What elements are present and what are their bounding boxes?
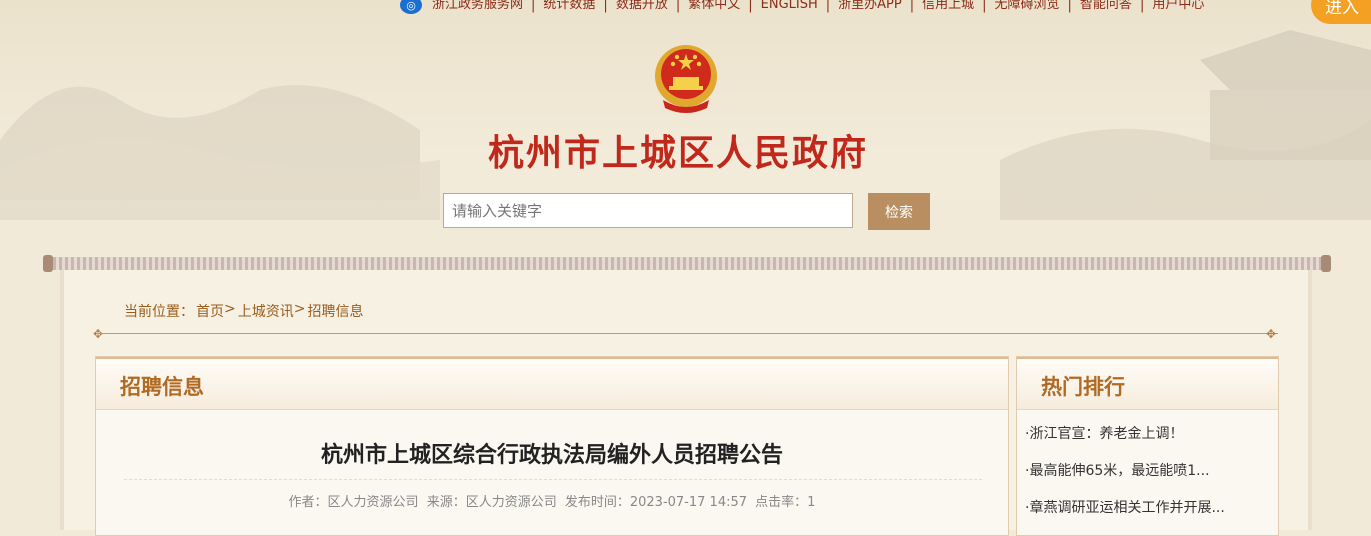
site-title: 杭州市上城区人民政府 [488, 132, 869, 174]
nav-accessibility[interactable]: 无障碍浏览 [989, 0, 1066, 12]
divider [96, 333, 1278, 334]
article-divider [124, 479, 982, 480]
article-author: 作者：区人力资源公司 [288, 495, 419, 510]
nav-separator: | [1067, 0, 1072, 13]
nav-zhejiang-service[interactable]: 浙江政务服务网 [426, 0, 529, 12]
breadcrumb-home[interactable]: 首页 [196, 301, 224, 321]
nav-zheliban-app[interactable]: 浙里办APP [832, 0, 908, 12]
article-clicks: 点击率：1 [755, 495, 816, 510]
main-panel-title: 招聘信息 [120, 375, 204, 399]
nav-separator: | [675, 0, 681, 13]
nav-separator: | [531, 0, 536, 13]
nav-smart-qa[interactable]: 智能问答 [1074, 0, 1138, 12]
breadcrumb-separator: > [224, 301, 236, 317]
side-panel-title: 热门排行 [1041, 375, 1125, 399]
breadcrumb-prefix: 当前位置： [124, 304, 194, 320]
nav-credit[interactable]: 信用上城 [916, 0, 980, 12]
main-panel-header [96, 357, 1008, 410]
nav-separator: | [1139, 0, 1145, 13]
nav-separator: | [748, 0, 753, 13]
nav-separator: | [982, 0, 987, 13]
hot-list-item[interactable]: ·章燕调研亚运相关工作并开展... [1025, 497, 1225, 534]
article-title: 杭州市上城区综合行政执法局编外人员招聘公告 [320, 443, 783, 468]
breadcrumb-recruitment[interactable]: 招聘信息 [307, 301, 363, 321]
nav-separator: | [909, 0, 915, 13]
hot-list-item[interactable]: ·最高能伸65米，最远能喷1... [1025, 460, 1225, 497]
hot-list: ·浙江官宣：养老金上调！ ·最高能伸65米，最远能喷1... ·章燕调研亚运相关… [1025, 423, 1225, 534]
scroll-decoration [43, 255, 1331, 272]
search-input[interactable] [443, 193, 853, 228]
breadcrumb-separator: > [293, 301, 306, 317]
divider-ornament-icon: ✥ [93, 327, 104, 341]
nav-open-data[interactable]: 数据开放 [610, 0, 674, 12]
nav-user-center[interactable]: 用户中心 [1146, 0, 1210, 12]
nav-english[interactable]: ENGLISH [755, 0, 824, 12]
breadcrumb: 当前位置： 首页 > 上城资讯 > 招聘信息 [124, 301, 363, 321]
zhejiang-gov-icon: ◎ [400, 0, 422, 14]
nav-separator: | [825, 0, 831, 13]
search-button[interactable]: 检索 [868, 193, 930, 230]
hot-list-item[interactable]: ·浙江官宣：养老金上调！ [1025, 423, 1225, 460]
divider-ornament-icon: ✥ [1266, 327, 1277, 341]
nav-statistics[interactable]: 统计数据 [537, 0, 601, 12]
breadcrumb-news[interactable]: 上城资讯 [238, 301, 294, 321]
national-emblem-icon [655, 45, 717, 113]
side-panel: 热门排行 ·浙江官宣：养老金上调！ ·最高能伸65米，最远能喷1... ·章燕调… [1016, 356, 1279, 536]
enter-button[interactable]: 进入 [1311, 0, 1371, 24]
top-nav: ◎ 浙江政务服务网 | 统计数据 | 数据开放 | 繁体中文 | ENGLISH… [400, 0, 1210, 14]
article-published: 发布时间：2023-07-17 14:57 [564, 495, 748, 510]
nav-separator: | [603, 0, 608, 13]
nav-traditional-chinese[interactable]: 繁体中文 [682, 0, 746, 12]
article-source: 来源：区人力资源公司 [426, 495, 557, 510]
main-panel: 招聘信息 杭州市上城区综合行政执法局编外人员招聘公告 作者：区人力资源公司 来源… [95, 356, 1009, 536]
article-meta: 作者：区人力资源公司 来源：区人力资源公司 发布时间：2023-07-17 14… [96, 491, 1008, 510]
